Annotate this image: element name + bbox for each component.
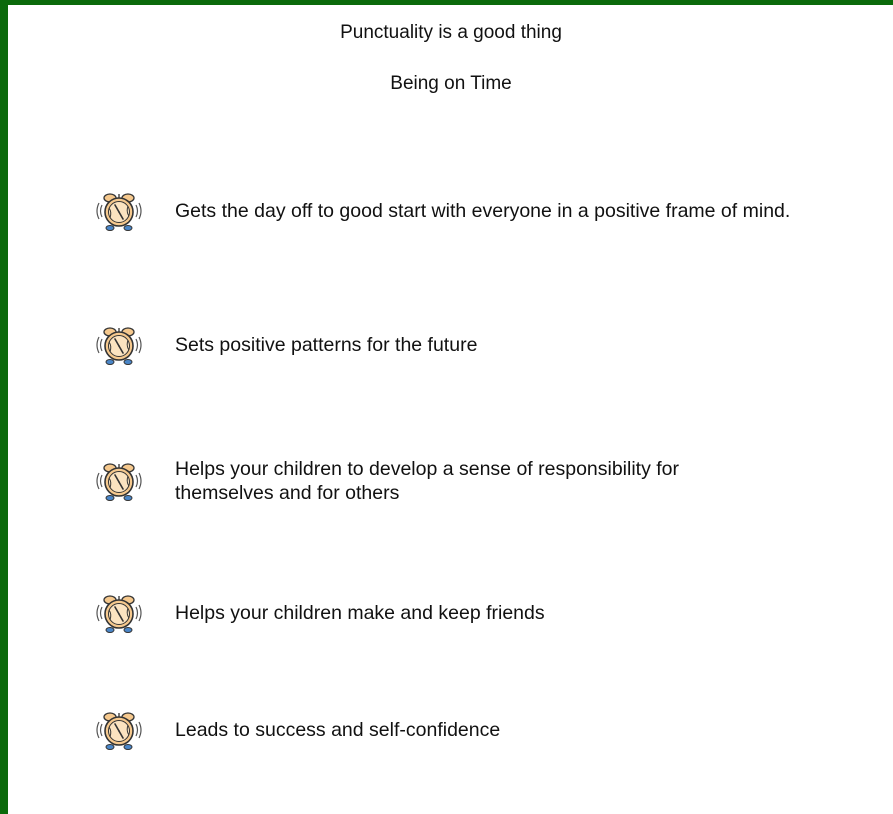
list-item-text: Helps your children to develop a sense o… [175,458,680,504]
document-page: Punctuality is a good thing Being on Tim… [8,5,893,814]
page-title: Punctuality is a good thing [340,22,562,43]
page-subtitle: Being on Time [390,73,512,94]
list-item-text: Sets positive patterns for the future [175,334,478,356]
list-item: Leads to success and self-confidence [96,707,500,753]
list-item-text: Helps your children make and keep friend… [175,602,545,624]
list-item: Helps your children to develop a sense o… [96,457,765,505]
alarm-clock-icon [96,463,142,501]
alarm-clock-icon [96,595,142,633]
list-item: Gets the day off to good start with ever… [96,188,790,234]
list-item: Sets positive patterns for the future [96,322,477,368]
alarm-clock-icon [96,193,142,231]
list-item: Helps your children make and keep friend… [96,590,545,636]
list-item-text: Gets the day off to good start with ever… [175,200,791,222]
alarm-clock-icon [96,327,142,365]
list-item-text: Leads to success and self-confidence [175,719,501,741]
alarm-clock-icon [96,712,142,750]
